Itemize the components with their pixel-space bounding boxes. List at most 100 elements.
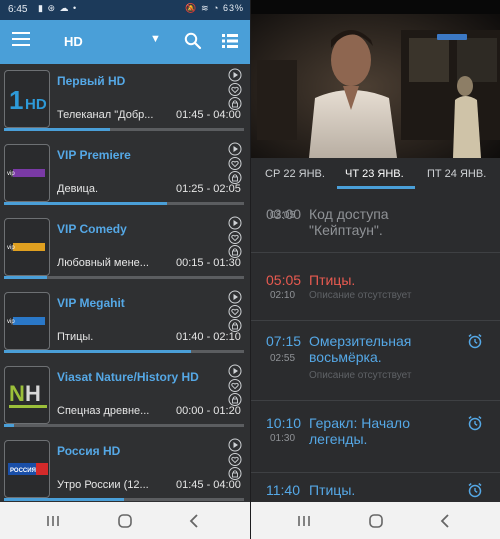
svg-text:H: H <box>25 381 41 406</box>
system-status-icons: 🔕 ≋ ◔ 63% <box>185 3 244 13</box>
favorite-heart-icon[interactable] <box>228 231 242 244</box>
channel-name: VIP Megahit <box>57 296 125 310</box>
epg-screen: СР 22 ЯНВ. ЧТ 23 ЯНВ. ПТ 24 ЯНВ. 03:00 Ко… <box>250 0 500 539</box>
date-tabs: СР 22 ЯНВ. ЧТ 23 ЯНВ. ПТ 24 ЯНВ. <box>251 158 500 190</box>
group-title[interactable]: HD <box>64 34 83 49</box>
list-view-icon[interactable] <box>222 33 238 49</box>
channel-row[interactable]: vip VIP Megahit Птицы. 01:40 - 02:10 <box>0 286 250 360</box>
play-icon[interactable] <box>228 290 242 304</box>
recent-apps-icon[interactable] <box>44 512 62 530</box>
app-toolbar: HD ▼ <box>0 20 250 64</box>
favorite-heart-icon[interactable] <box>228 83 242 96</box>
parental-lock-icon[interactable] <box>228 319 242 332</box>
parental-lock-icon[interactable] <box>228 245 242 258</box>
program-progress-fill <box>4 202 168 205</box>
schedule-divider <box>251 472 500 473</box>
android-nav-bar <box>0 502 250 539</box>
channel-logo: vip <box>4 144 50 202</box>
back-icon[interactable] <box>437 512 455 530</box>
current-program: Утро России (12... <box>57 479 149 491</box>
channel-name: Россия HD <box>57 444 121 458</box>
channel-row[interactable]: vip VIP Comedy Любовный мене... 00:15 - 01:… <box>0 212 250 286</box>
alarm-clock-icon[interactable] <box>467 415 483 436</box>
svg-text:vip: vip <box>7 245 15 251</box>
program-progress-bar <box>4 350 244 353</box>
channel-row[interactable]: vip VIP Premiere Девица. 01:25 - 02:05 <box>0 138 250 212</box>
schedule-list: 03:00 Код доступа "Кейптаун". 02:05 05:05 Пт… <box>251 190 500 502</box>
svg-text:РОССИЯ: РОССИЯ <box>10 468 36 474</box>
svg-text:N: N <box>9 381 25 406</box>
current-program: Птицы. <box>57 331 94 343</box>
search-icon[interactable] <box>184 32 202 50</box>
play-icon[interactable] <box>228 216 242 230</box>
schedule-title: Геракл: Начало легенды. <box>309 415 411 447</box>
tab-wed-22[interactable]: СР 22 ЯНВ. <box>265 168 325 180</box>
current-program: Телеканал "Добр... <box>57 109 154 121</box>
active-tab-indicator <box>337 186 415 189</box>
channel-logo: vip <box>4 218 50 276</box>
schedule-time: 10:10 <box>266 415 302 431</box>
channel-list: 1 HD Первый HD Телеканал "Добр... 01:45 - 04… <box>0 64 250 502</box>
parental-lock-icon[interactable] <box>228 393 242 406</box>
program-progress-bar <box>4 128 244 131</box>
status-bar: 6:45 ▮ ⊛ ☁ • 🔕 ≋ ◔ 63% <box>0 0 250 20</box>
channel-name: Первый HD <box>57 74 126 88</box>
schedule-title: Код доступа "Кейптаун". <box>309 206 389 238</box>
parental-lock-icon[interactable] <box>228 97 242 110</box>
schedule-description: Описание отсутствует <box>309 370 412 381</box>
channel-name: VIP Premiere <box>57 148 131 162</box>
schedule-divider <box>251 320 500 321</box>
channel-list-screen: 6:45 ▮ ⊛ ☁ • 🔕 ≋ ◔ 63% HD ▼ 1 HD Первый HD… <box>0 0 250 539</box>
video-frame <box>251 0 500 158</box>
schedule-divider <box>251 400 500 401</box>
tab-thu-23[interactable]: ЧТ 23 ЯНВ. <box>345 168 404 180</box>
schedule-duration: 02:10 <box>270 290 296 301</box>
program-progress-bar <box>4 424 244 427</box>
channel-logo: РОССИЯ <box>4 440 50 498</box>
favorite-heart-icon[interactable] <box>228 453 242 466</box>
current-program: Любовный мене... <box>57 257 149 269</box>
hamburger-menu-icon[interactable] <box>12 32 30 50</box>
svg-text:HD: HD <box>25 96 47 113</box>
schedule-title: Птицы. <box>309 272 356 288</box>
parental-lock-icon[interactable] <box>228 171 242 184</box>
schedule-title: Птицы. <box>309 482 356 498</box>
program-progress-fill <box>4 276 48 279</box>
program-progress-bar <box>4 498 244 501</box>
channel-name: VIP Comedy <box>57 222 127 236</box>
recent-apps-icon[interactable] <box>295 512 313 530</box>
alarm-clock-icon[interactable] <box>467 333 483 354</box>
play-icon[interactable] <box>228 364 242 378</box>
video-player[interactable] <box>251 0 500 158</box>
program-progress-fill <box>4 128 110 131</box>
favorite-heart-icon[interactable] <box>228 157 242 170</box>
channel-row[interactable]: N H Viasat Nature/History HD Спецназ древне… <box>0 360 250 434</box>
program-progress-fill <box>4 424 14 427</box>
channel-logo: 1 HD <box>4 70 50 128</box>
back-icon[interactable] <box>186 512 204 530</box>
program-progress-fill <box>4 350 192 353</box>
current-program: Спецназ древне... <box>57 405 150 417</box>
alarm-clock-icon[interactable] <box>467 482 483 502</box>
play-icon[interactable] <box>228 68 242 82</box>
svg-text:1: 1 <box>9 85 23 115</box>
home-icon[interactable] <box>367 512 385 530</box>
schedule-description: Описание отсутствует <box>309 290 412 301</box>
status-time: 6:45 <box>8 4 28 15</box>
schedule-duration: 02:55 <box>270 353 296 364</box>
dropdown-caret-icon[interactable]: ▼ <box>150 33 161 45</box>
play-icon[interactable] <box>228 142 242 156</box>
home-icon[interactable] <box>116 512 134 530</box>
favorite-heart-icon[interactable] <box>228 379 242 392</box>
play-icon[interactable] <box>228 438 242 452</box>
program-progress-bar <box>4 276 244 279</box>
channel-row[interactable]: 1 HD Первый HD Телеканал "Добр... 01:45 - 04… <box>0 64 250 138</box>
tab-fri-24[interactable]: ПТ 24 ЯНВ. <box>427 168 486 180</box>
parental-lock-icon[interactable] <box>228 467 242 480</box>
favorite-heart-icon[interactable] <box>228 305 242 318</box>
channel-logo: vip <box>4 292 50 350</box>
schedule-title: Омерзительная восьмёрка. <box>309 333 412 365</box>
schedule-divider <box>251 252 500 253</box>
channel-row[interactable]: РОССИЯ Россия HD Утро России (12... 01:45 -… <box>0 434 250 508</box>
schedule-duration: 01:30 <box>270 433 296 444</box>
